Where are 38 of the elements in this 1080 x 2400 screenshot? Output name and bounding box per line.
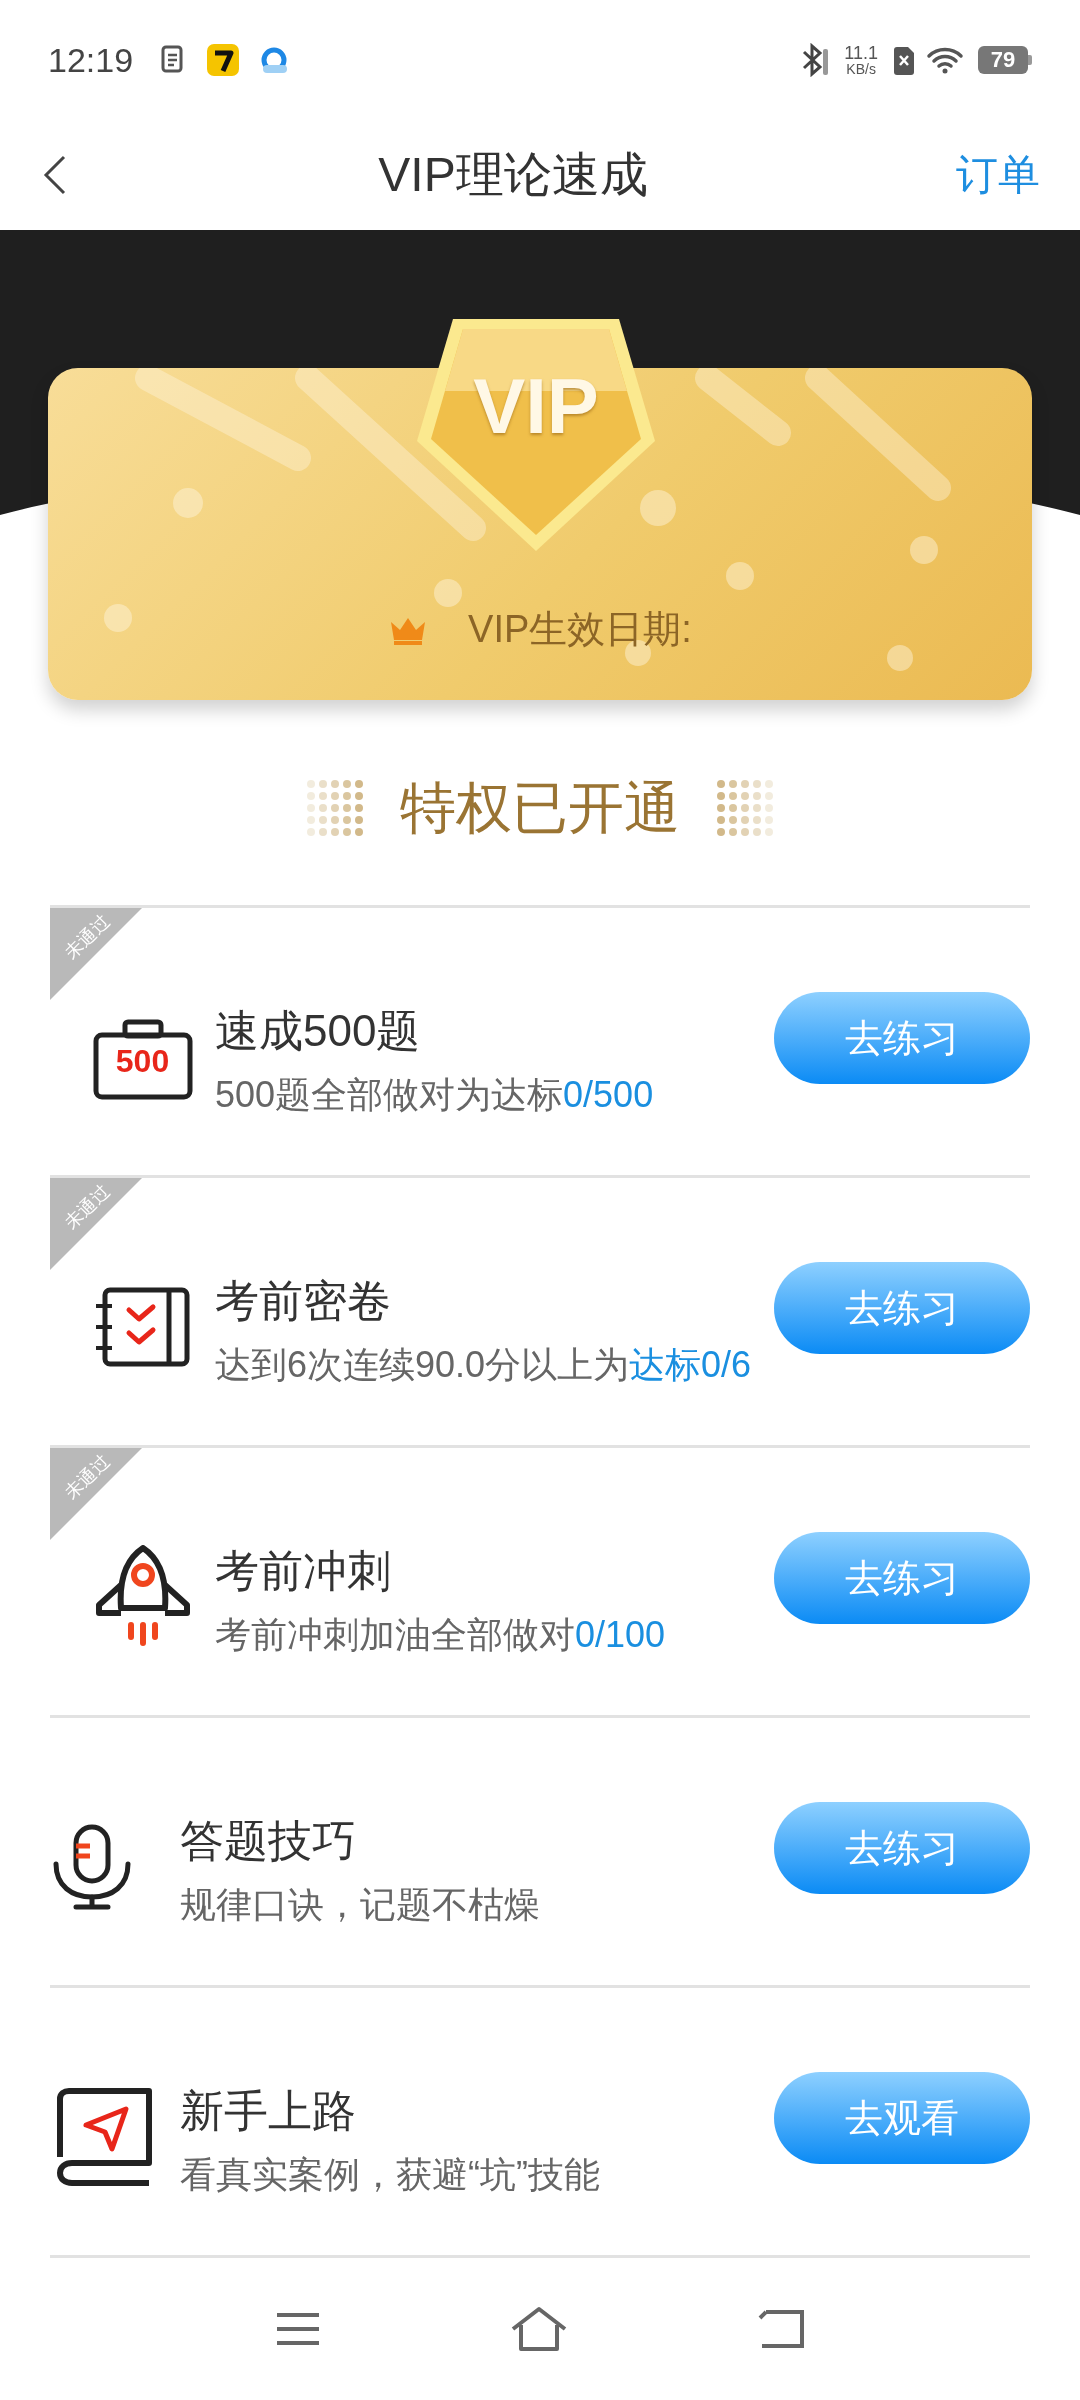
practice-button[interactable]: 去练习 [774, 1802, 1030, 1894]
item-description: 500题全部做对为达标 [215, 1073, 564, 1115]
item-title: 考前冲刺 [215, 1544, 391, 1597]
progress-count: 0/100 [575, 1613, 666, 1655]
item-description: 考前冲刺加油全部做对 [215, 1613, 575, 1655]
app-icon [207, 44, 240, 76]
status-time: 12:19 [48, 39, 134, 81]
speed-unit: KB/s [846, 62, 876, 76]
progress-count: 0/500 [563, 1073, 654, 1115]
dot-grid-icon [306, 778, 364, 837]
dot-grid-icon [716, 778, 774, 837]
vip-date-label: VIP生效日期: [468, 607, 692, 652]
item-description: 达到6次连续90.0分以上为 [215, 1343, 630, 1385]
home-icon[interactable] [509, 2305, 569, 2353]
status-ribbon: 未通过 [50, 908, 142, 1000]
practice-button[interactable]: 去练习 [774, 1532, 1030, 1624]
practice-button[interactable]: 去练习 [774, 1262, 1030, 1354]
section-title: 特权已开通 [400, 774, 680, 841]
item-title: 速成500题 [215, 1004, 421, 1057]
item-description: 看真实案例，获避“坑”技能 [180, 2153, 600, 2195]
bluetooth-icon [800, 43, 831, 77]
item-title: 答题技巧 [180, 1814, 356, 1867]
orders-link[interactable]: 订单 [956, 148, 1040, 202]
network-speed: 11.1 [844, 44, 878, 62]
wifi-icon [926, 46, 964, 74]
browser-icon [259, 45, 290, 75]
item-description: 规律口诀，记题不枯燥 [180, 1883, 540, 1925]
progress-count: 达标0/6 [629, 1343, 752, 1385]
back-nav-icon[interactable] [756, 2308, 807, 2350]
item-title: 新手上路 [180, 2084, 356, 2137]
battery-indicator: 79 [978, 46, 1032, 74]
status-ribbon: 未通过 [50, 1178, 142, 1270]
sim-icon [892, 45, 916, 75]
practice-button[interactable]: 去观看 [774, 2072, 1030, 2164]
practice-button[interactable]: 去练习 [774, 992, 1030, 1084]
page-title: VIP理论速成 [378, 147, 648, 203]
item-title: 考前密卷 [215, 1274, 391, 1327]
status-ribbon: 未通过 [50, 1448, 142, 1540]
